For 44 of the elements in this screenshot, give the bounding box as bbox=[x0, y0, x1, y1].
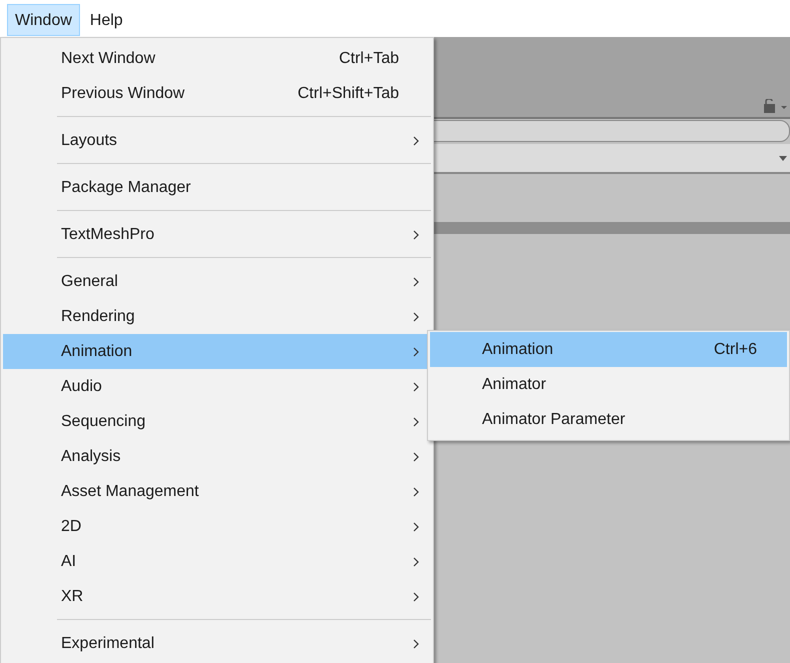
menu-item-label: Rendering bbox=[61, 308, 135, 326]
menu-item-label: Analysis bbox=[61, 448, 121, 466]
menu-item[interactable]: General bbox=[3, 264, 431, 299]
menu-item[interactable]: Experimental bbox=[3, 626, 431, 661]
menu-item[interactable]: Next Window Ctrl+Tab bbox=[3, 41, 431, 76]
menu-item[interactable]: Previous Window Ctrl+Shift+Tab bbox=[3, 76, 431, 111]
menu-item[interactable]: Layouts bbox=[3, 123, 431, 158]
menu-item-label: 2D bbox=[61, 518, 82, 536]
menu-item-label: Animator Parameter bbox=[482, 410, 626, 428]
menu-item-label: Sequencing bbox=[61, 412, 146, 430]
menu-item-label: Experimental bbox=[61, 634, 154, 652]
menu-item[interactable]: Audio bbox=[3, 369, 431, 404]
menu-item-label: Animation bbox=[482, 340, 554, 358]
menu-item[interactable]: Animation Ctrl+6 bbox=[430, 332, 787, 367]
menu-item-label: XR bbox=[61, 588, 84, 606]
menu-item[interactable]: Package Manager bbox=[3, 170, 431, 205]
menu-item[interactable]: XR bbox=[3, 579, 431, 614]
menu-item[interactable]: Asset Management bbox=[3, 474, 431, 509]
menu-item[interactable]: AI bbox=[3, 544, 431, 579]
menu-item[interactable]: Analysis bbox=[3, 439, 431, 474]
menu-item[interactable]: Rendering bbox=[3, 299, 431, 334]
menu-item-label: Previous Window bbox=[61, 84, 185, 102]
menu-item-label: Layouts bbox=[61, 132, 118, 150]
shortcut-label: Ctrl+6 bbox=[714, 340, 758, 358]
menu-item[interactable]: Animator Parameter bbox=[430, 402, 787, 437]
menu-item-label: Package Manager bbox=[61, 178, 191, 196]
menu-item[interactable]: Animator bbox=[430, 367, 787, 402]
menu-item-label: Animation bbox=[61, 342, 132, 360]
menu-bar-item[interactable]: Help bbox=[82, 4, 131, 36]
menu-item[interactable]: 2D bbox=[3, 509, 431, 544]
menu-item[interactable]: TextMeshPro bbox=[3, 217, 431, 252]
menu-item[interactable]: Sequencing bbox=[3, 404, 431, 439]
lock-icon[interactable] bbox=[764, 99, 788, 113]
shortcut-label: Ctrl+Shift+Tab bbox=[298, 84, 400, 102]
shortcut-label: Ctrl+Tab bbox=[338, 50, 400, 68]
menu-item-label: Audio bbox=[61, 378, 102, 396]
menu-bar-item[interactable]: Window bbox=[7, 4, 80, 36]
menu-item-label: Animator bbox=[482, 376, 546, 394]
menu-item-label: Next Window bbox=[61, 50, 156, 68]
menu-item-label: Asset Management bbox=[61, 482, 199, 500]
menu-item-label: TextMeshPro bbox=[61, 226, 154, 244]
caret-icon bbox=[779, 156, 787, 160]
menu-item-label: AI bbox=[61, 552, 76, 570]
menu-item-label: General bbox=[61, 272, 118, 290]
